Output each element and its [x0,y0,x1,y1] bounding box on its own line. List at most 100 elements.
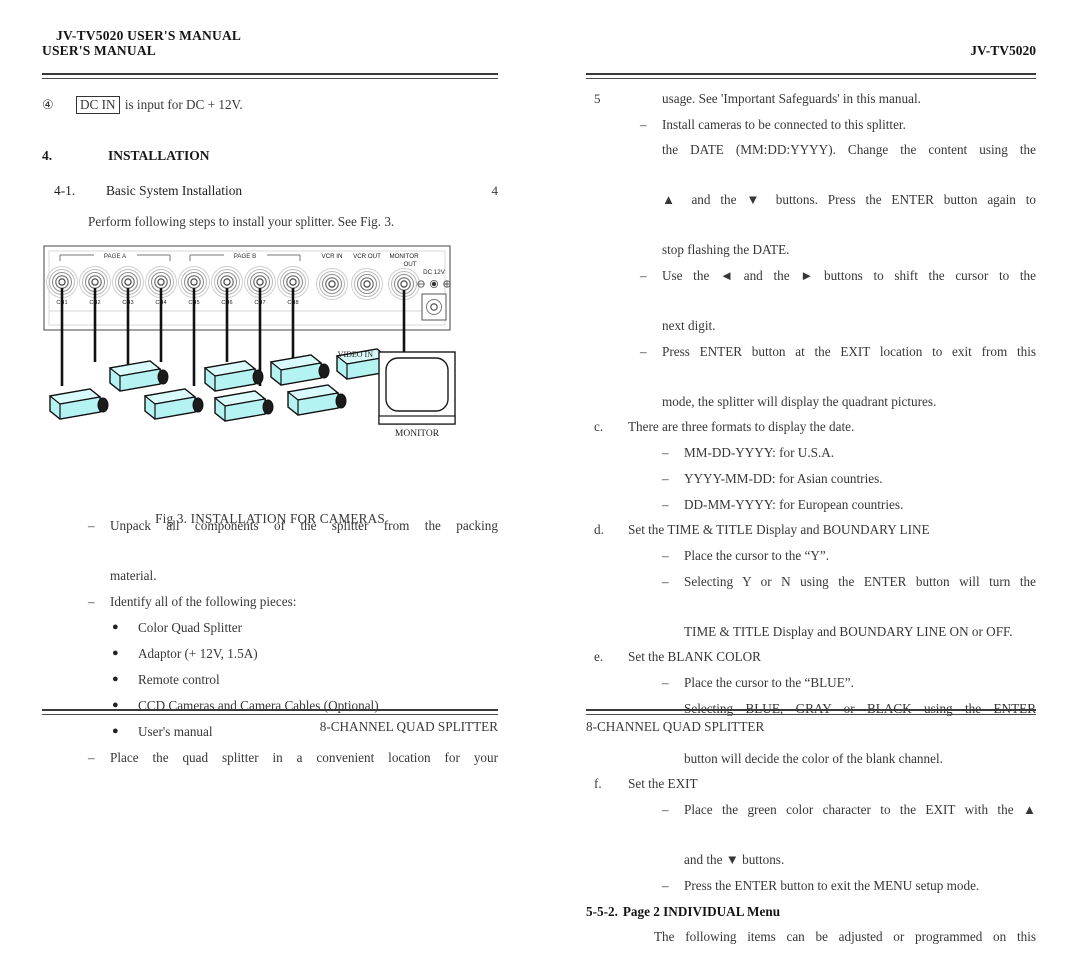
monitor-out-label2: OUT [403,261,416,268]
sub-line: button will decide the color of the blan… [684,751,943,766]
dash-marker: – [88,750,95,765]
format-label: YYYY-MM-DD: for Asian countries. [684,471,883,486]
date-line-3: stop flashing the DATE. [662,242,790,257]
date-line-1: the DATE (MM:DD:YYYY). Change the conten… [662,142,1036,157]
piece-label: Color Quad Splitter [138,620,243,635]
up-arrow-icon: ▲ and the [662,192,747,207]
list-item: – Identify all of the following pieces: [88,589,498,614]
list-item: – MM-DD-YYYY: for U.S.A. [662,440,1036,465]
list-item: – Selecting Y or N using the ENTER butto… [662,569,1036,644]
bullet-icon: ● [112,621,119,633]
item-text: Press ENTER button at the EXIT location … [662,339,1036,414]
camera [269,354,330,386]
step-line: material. [110,568,157,583]
list-item-f: f. Set the EXIT [586,771,1036,796]
video-in-label: VIDEO IN [338,350,374,359]
piece-label: Adaptor (+ 12V, 1.5A) [138,646,258,661]
sub-text: Press the ENTER button to exit the MENU … [684,878,980,893]
item-marker: d. [594,522,604,537]
step-text: Place the quad splitter in a convenient … [110,750,498,765]
monitor-drawing [378,351,456,425]
left-arrow-icon: ◄ [719,268,734,283]
item-title: Set the TIME & TITLE Display and BOUNDAR… [628,522,930,537]
camera [203,360,264,392]
item-marker: c. [594,419,604,434]
cursor-shift-line-2: next digit. [662,318,716,333]
sub-text: Selecting Y or N using the ENTER button … [684,569,1036,644]
header-model: JV-TV5020 [970,43,1036,58]
exit-press-line-1: Press ENTER button at the EXIT location … [662,344,1036,359]
dash-marker: – [662,574,669,589]
item-f-sublist: – Place the green color character to the… [586,797,1036,898]
footer-rule [42,709,498,715]
dash-marker: – [662,497,669,512]
left-page: JV-TV5020 USER'S MANUAL USER'S MANUAL ④ … [0,0,540,765]
camera [143,388,204,420]
camera [286,384,347,416]
dash-marker: – [662,471,669,486]
dash-marker: – [88,594,95,609]
item-title: There are three formats to display the d… [628,419,855,434]
boxed-label-dc-in: DC IN [76,96,120,114]
sub-line: Selecting Y or N using the ENTER button … [684,574,1036,589]
cursor-shift-line-1: Use the ◄ and the ► buttons to shift the… [662,263,1036,313]
cursor-shift-post: buttons to shift the cursor to the [813,268,1037,283]
list-item: – YYYY-MM-DD: for Asian countries. [662,466,1036,491]
footer-text: 8-CHANNEL QUAD SPLITTER [319,719,498,734]
list-item: – Install cameras to be connected to thi… [640,112,1036,137]
list-item: – DD-MM-YYYY: for European countries. [662,492,1036,517]
list-item-d: d. Set the TIME & TITLE Display and BOUN… [586,517,1036,542]
item-text: Install cameras to be connected to this … [662,117,906,132]
figure-3-svg: PAGE A PAGE B VCR IN VCR OUT MONITOR OUT… [43,245,456,439]
format-label: MM-DD-YYYY: for U.S.A. [684,445,835,460]
left-page-header: JV-TV5020 USER'S MANUAL USER'S MANUAL [42,28,498,68]
trailing-paragraph: The following items can be adjusted or p… [654,929,1036,944]
subsection-number: 4-1. [54,183,76,198]
item-d-sublist: – Place the cursor to the “Y”. – Selecti… [586,543,1036,644]
date-formats-list: – MM-DD-YYYY: for U.S.A. – YYYY-MM-DD: f… [586,440,1036,517]
dash-marker: – [640,268,647,283]
intro-paragraph: Perform following steps to install your … [88,214,395,229]
dc-in-text: is input for DC + 12V. [124,97,243,112]
header-rule [42,73,498,79]
dash-marker: – [640,117,647,132]
bullet-icon: ● [112,647,119,659]
list-item: – Use the ◄ and the ► buttons to shift t… [640,263,1036,338]
step-text: Identify all of the following pieces: [110,594,297,609]
list-item: – Place the quad splitter in a convenien… [88,745,498,795]
right-page: JV-TV5020 5 usage. See 'Important Safegu… [540,0,1080,944]
cursor-shift-pre: Use the [662,268,720,283]
section-title: INSTALLATION [108,148,210,163]
down-arrow-icon: ▼ [725,852,739,867]
list-item: – Place the cursor to the “BLUE”. [662,670,1036,695]
dc-12v-label: DC 12V [423,269,446,276]
footer-rule [586,709,1036,715]
subsection-title: Basic System Installation [106,183,243,198]
right-page-footer: 8-CHANNEL QUAD SPLITTER [586,709,1036,735]
figure-3-installation: PAGE A PAGE B VCR IN VCR OUT MONITOR OUT… [42,244,498,526]
dash-marker: – [662,878,669,893]
date-block: the DATE (MM:DD:YYYY). Change the conten… [586,137,1036,262]
list-item-c: c. There are three formats to display th… [586,414,1036,439]
cursor-shift-mid: and the [733,268,801,283]
exit-press-item: – Press ENTER button at the EXIT locatio… [586,339,1036,414]
item-number: ④ [42,97,54,112]
list-item: – Press the ENTER button to exit the MEN… [662,873,1036,898]
install-steps-list: – Unpack all components of the splitter … [42,513,498,795]
cursor-shift-item: – Use the ◄ and the ► buttons to shift t… [586,263,1036,338]
exit-press-line-2: mode, the splitter will display the quad… [662,394,937,409]
left-page-footer: 8-CHANNEL QUAD SPLITTER [42,709,498,735]
list-item: – Place the cursor to the “Y”. [662,543,1036,568]
list-item: ● Color Quad Splitter [112,615,498,640]
footer-text: 8-CHANNEL QUAD SPLITTER [586,719,765,734]
subsection-heading-basic-system: 4-1. Basic System Installation 4 [42,178,498,203]
monitor-label: MONITOR [395,429,440,439]
camera [108,360,169,392]
figure-caption: Fig 3. INSTALLATION FOR CAMERAS [155,511,385,526]
monitor-out-label: MONITOR [389,253,419,260]
subsection-number: 5-5-2. [586,904,618,919]
cameras [48,348,396,422]
format-label: DD-MM-YYYY: for European countries. [684,497,904,512]
sub-line-1: Place the green color character to the E… [684,797,1036,847]
sub-line: TIME & TITLE Display and BOUNDARY LINE O… [684,624,1013,639]
